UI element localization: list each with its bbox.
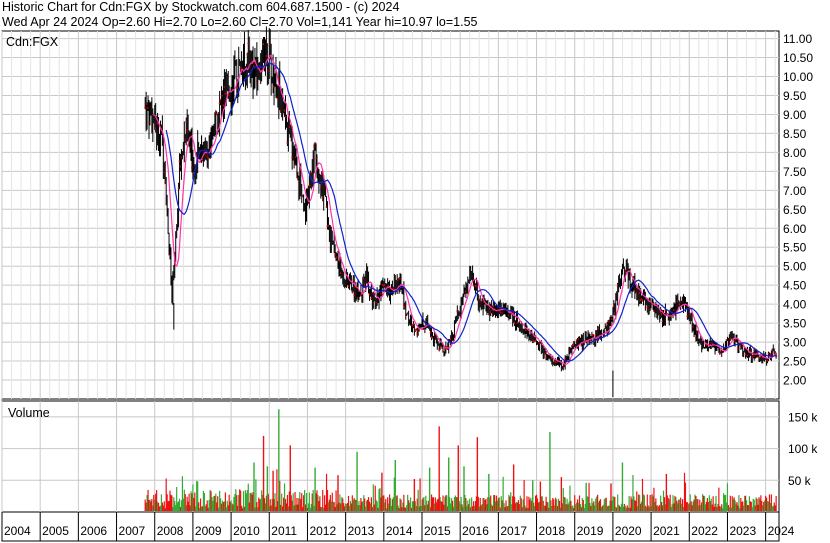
y-axis-labels: 2.00 2.50 3.00 3.50 4.00 4.50 5.00 5.50 6.00 6.50… [783,32,818,488]
y-tick-label: 9.00 [783,108,807,122]
x-tick-label: 2014 [386,524,413,538]
x-tick-label: 2006 [80,524,107,538]
x-axis-labels: 2004 2005 2006 2007 2008 2009 2010 2011 2012 2013… [4,524,795,538]
y-tick-label: 8.50 [783,127,807,141]
x-tick-label: 2010 [233,524,260,538]
x-tick-label: 2005 [42,524,69,538]
x-tick-label: 2019 [577,524,604,538]
x-tick-label: 2011 [271,524,297,538]
volume-panel [1,400,780,513]
x-tick-label: 2017 [500,524,527,538]
x-tick-label: 2023 [729,524,756,538]
symbol-label: Cdn:FGX [6,35,59,49]
y-tick-label: 5.50 [783,241,807,255]
y-tick-label: 4.00 [783,298,807,312]
x-tick-label: 2012 [309,524,336,538]
y-tick-label: 11.00 [783,32,812,46]
y-tick-label: 3.50 [783,317,807,331]
x-tick-label: 2016 [462,524,489,538]
volume-tick-label: 150 k [788,410,818,424]
y-tick-label: 4.50 [783,279,807,293]
x-tick-label: 2013 [348,524,375,538]
price-chart: 2.00 2.50 3.00 3.50 4.00 4.50 5.00 5.50 6.00 6.50… [1,26,818,542]
x-tick-label: 2021 [653,524,680,538]
x-tick-label: 2004 [4,524,31,538]
price-panel [1,30,780,400]
y-tick-label: 6.00 [783,222,807,236]
y-tick-label: 10.50 [783,51,813,65]
y-tick-label: 7.50 [783,165,807,179]
x-tick-label: 2018 [539,524,566,538]
y-tick-label: 2.50 [783,355,807,369]
x-tick-label: 2008 [157,524,184,538]
x-tick-label: 2007 [119,524,146,538]
y-tick-label: 7.00 [783,184,807,198]
y-tick-label: 9.50 [783,89,807,103]
y-tick-label: 10.00 [783,70,813,84]
x-tick-label: 2022 [691,524,718,538]
y-tick-label: 2.00 [783,374,807,388]
y-tick-label: 6.50 [783,203,807,217]
x-tick-label: 2015 [424,524,451,538]
x-tick-label: 2024 [768,524,795,538]
volume-label: Volume [8,406,50,420]
y-tick-label: 8.00 [783,146,807,160]
y-tick-label: 5.00 [783,260,807,274]
volume-tick-label: 100 k [788,442,818,456]
y-tick-label: 3.00 [783,336,807,350]
x-tick-label: 2009 [195,524,222,538]
x-tick-label: 2020 [615,524,642,538]
volume-tick-label: 50 k [788,474,812,488]
